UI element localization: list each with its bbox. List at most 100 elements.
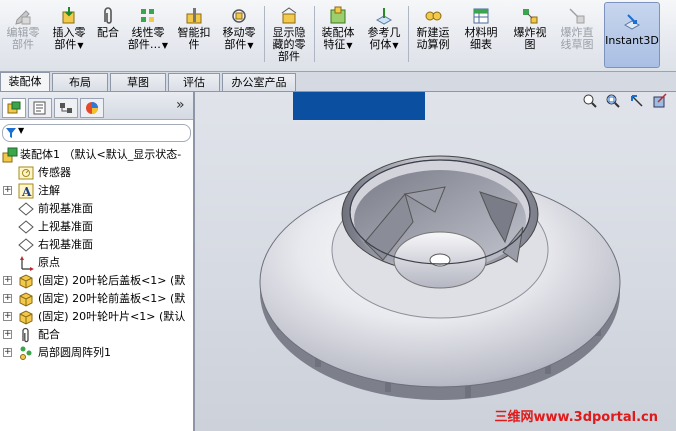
tree-item-label: (固定) 20叶轮后盖板<1> (默 <box>38 274 186 287</box>
tree-item-label: 注解 <box>38 184 60 197</box>
expand-toggle-icon[interactable]: + <box>3 276 12 285</box>
expand-toggle-icon[interactable]: + <box>3 330 12 339</box>
feature-tree-icon <box>7 101 21 114</box>
bom-table-icon <box>473 8 489 24</box>
expand-toggle-icon[interactable]: + <box>3 186 12 195</box>
display-manager-tab[interactable] <box>80 98 104 118</box>
tree-item[interactable]: + (固定) 20叶轮前盖板<1> (默 <box>0 290 193 308</box>
tab-office-products[interactable]: 办公室产品 <box>222 73 296 92</box>
ribbon-separator <box>314 6 315 62</box>
previous-view-icon[interactable] <box>629 93 645 109</box>
tab-layout[interactable]: 布局 <box>52 73 108 92</box>
insert-component-icon <box>62 7 75 24</box>
expand-panel-icon[interactable]: » <box>176 97 185 113</box>
explode-line-sketch-icon <box>569 8 585 24</box>
tree-item-label: (固定) 20叶轮叶片<1> (默认 <box>38 310 186 323</box>
part-icon <box>19 292 33 307</box>
tree-item[interactable]: + (固定) 20叶轮后盖板<1> (默 <box>0 272 193 290</box>
move-component-button[interactable]: 移动零 部件▼ <box>217 2 261 68</box>
impeller-3d-model[interactable] <box>255 132 625 422</box>
command-ribbon: 编辑零 部件 插入零 部件▼ 配合 线性零 部件…▼ 智能扣 件 移动零 部件▼… <box>0 0 676 72</box>
exploded-view-button[interactable]: 爆炸视 图 <box>508 2 552 68</box>
tree-item-label: 原点 <box>38 256 60 269</box>
zoom-to-area-icon[interactable] <box>605 93 621 109</box>
tree-item[interactable]: + A 注解 <box>0 182 193 200</box>
mate-button[interactable]: 配合 <box>93 2 123 68</box>
plane-icon <box>18 220 34 234</box>
tree-item-label: (固定) 20叶轮前盖板<1> (默 <box>38 292 186 305</box>
exploded-view-icon <box>523 9 538 24</box>
edit-component-icon <box>15 10 31 25</box>
zoom-to-fit-icon[interactable] <box>582 93 598 109</box>
show-hidden-icon <box>281 7 297 24</box>
move-component-icon <box>232 9 246 23</box>
linear-pattern-icon <box>141 9 154 22</box>
feature-manager-panel: » ▼ 装配体1 （默认<默认_显示状态- 传感器 + A 注解 前视基准面 上… <box>0 92 195 431</box>
bill-of-materials-button[interactable]: 材料明 细表 <box>458 2 504 68</box>
tab-assembly[interactable]: 装配体 <box>0 72 50 92</box>
motion-study-icon <box>425 11 442 21</box>
tree-item[interactable]: 右视基准面 <box>0 236 193 254</box>
viewport-overlay-block <box>293 92 425 120</box>
linear-pattern-button[interactable]: 线性零 部件…▼ <box>125 2 171 68</box>
edit-component-button[interactable]: 编辑零 部件 <box>1 2 45 68</box>
property-manager-tab[interactable] <box>28 98 52 118</box>
tree-item-label: 右视基准面 <box>38 238 93 251</box>
plane-icon <box>18 238 34 252</box>
tree-item[interactable]: 上视基准面 <box>0 218 193 236</box>
tree-item[interactable]: 原点 <box>0 254 193 272</box>
mates-icon <box>22 327 29 343</box>
feature-filter-input[interactable]: ▼ <box>2 124 191 142</box>
heads-up-view-toolbar <box>578 93 669 111</box>
tree-item[interactable]: + 局部圆周阵列1 <box>0 344 193 362</box>
tree-item[interactable]: 传感器 <box>0 164 193 182</box>
panel-tab-strip: » <box>0 92 193 120</box>
tree-item-label: 前视基准面 <box>38 202 93 215</box>
filter-dropdown-icon[interactable]: ▼ <box>18 126 24 135</box>
tree-item-label: 上视基准面 <box>38 220 93 233</box>
feature-tree: 装配体1 （默认<默认_显示状态- 传感器 + A 注解 前视基准面 上视基准面… <box>0 146 193 431</box>
graphics-viewport[interactable]: 三维网www.3dportal.cn <box>195 92 676 431</box>
tab-evaluate[interactable]: 评估 <box>168 73 220 92</box>
show-hidden-components-button[interactable]: 显示隐 藏的零 部件 <box>266 2 312 68</box>
tree-item-label: 局部圆周阵列1 <box>38 346 111 359</box>
assembly-features-button[interactable]: 装配体 特征▼ <box>316 2 360 68</box>
smart-fasteners-button[interactable]: 智能扣 件 <box>173 2 215 68</box>
annotation-icon: A <box>18 183 34 199</box>
feature-manager-tab[interactable] <box>2 98 26 118</box>
tab-sketch[interactable]: 草图 <box>110 73 166 92</box>
tree-root-assembly[interactable]: 装配体1 （默认<默认_显示状态- <box>0 146 193 164</box>
tree-item[interactable]: 前视基准面 <box>0 200 193 218</box>
insert-component-button[interactable]: 插入零 部件▼ <box>47 2 91 68</box>
new-motion-study-button[interactable]: 新建运 动算例 <box>410 2 456 68</box>
expand-toggle-icon[interactable]: + <box>3 348 12 357</box>
expand-toggle-icon[interactable]: + <box>3 294 12 303</box>
configuration-manager-tab[interactable] <box>54 98 78 118</box>
plane-icon <box>18 202 34 216</box>
reference-geometry-icon <box>375 8 393 25</box>
svg-text:A: A <box>21 185 32 199</box>
property-manager-icon <box>33 101 46 115</box>
assembly-icon <box>2 147 18 163</box>
tree-item-label: 配合 <box>38 328 60 341</box>
instant3d-icon <box>623 14 641 30</box>
section-view-icon[interactable] <box>652 93 668 109</box>
pattern-icon <box>20 346 32 360</box>
tree-item[interactable]: + (固定) 20叶轮叶片<1> (默认 <box>0 308 193 326</box>
ribbon-separator <box>264 6 265 62</box>
command-manager-tabs: 装配体 布局 草图 评估 办公室产品 <box>0 72 676 92</box>
assembly-features-icon <box>330 6 346 24</box>
reference-geometry-button[interactable]: 参考几 何体▼ <box>362 2 406 68</box>
configuration-manager-icon <box>60 103 72 113</box>
origin-icon <box>20 256 34 271</box>
explode-line-sketch-button[interactable]: 爆炸直 线草图 <box>554 2 600 68</box>
ribbon-separator <box>408 6 409 62</box>
appearance-ball-icon <box>86 102 98 114</box>
watermark-text: 三维网www.3dportal.cn <box>494 410 658 425</box>
tree-root-label: 装配体1 （默认<默认_显示状态- <box>20 148 182 161</box>
sensor-icon <box>18 166 34 180</box>
instant3d-button[interactable]: Instant3D <box>604 2 660 68</box>
expand-toggle-icon[interactable]: + <box>3 312 12 321</box>
tree-item[interactable]: + 配合 <box>0 326 193 344</box>
mate-paperclip-icon <box>104 7 112 24</box>
